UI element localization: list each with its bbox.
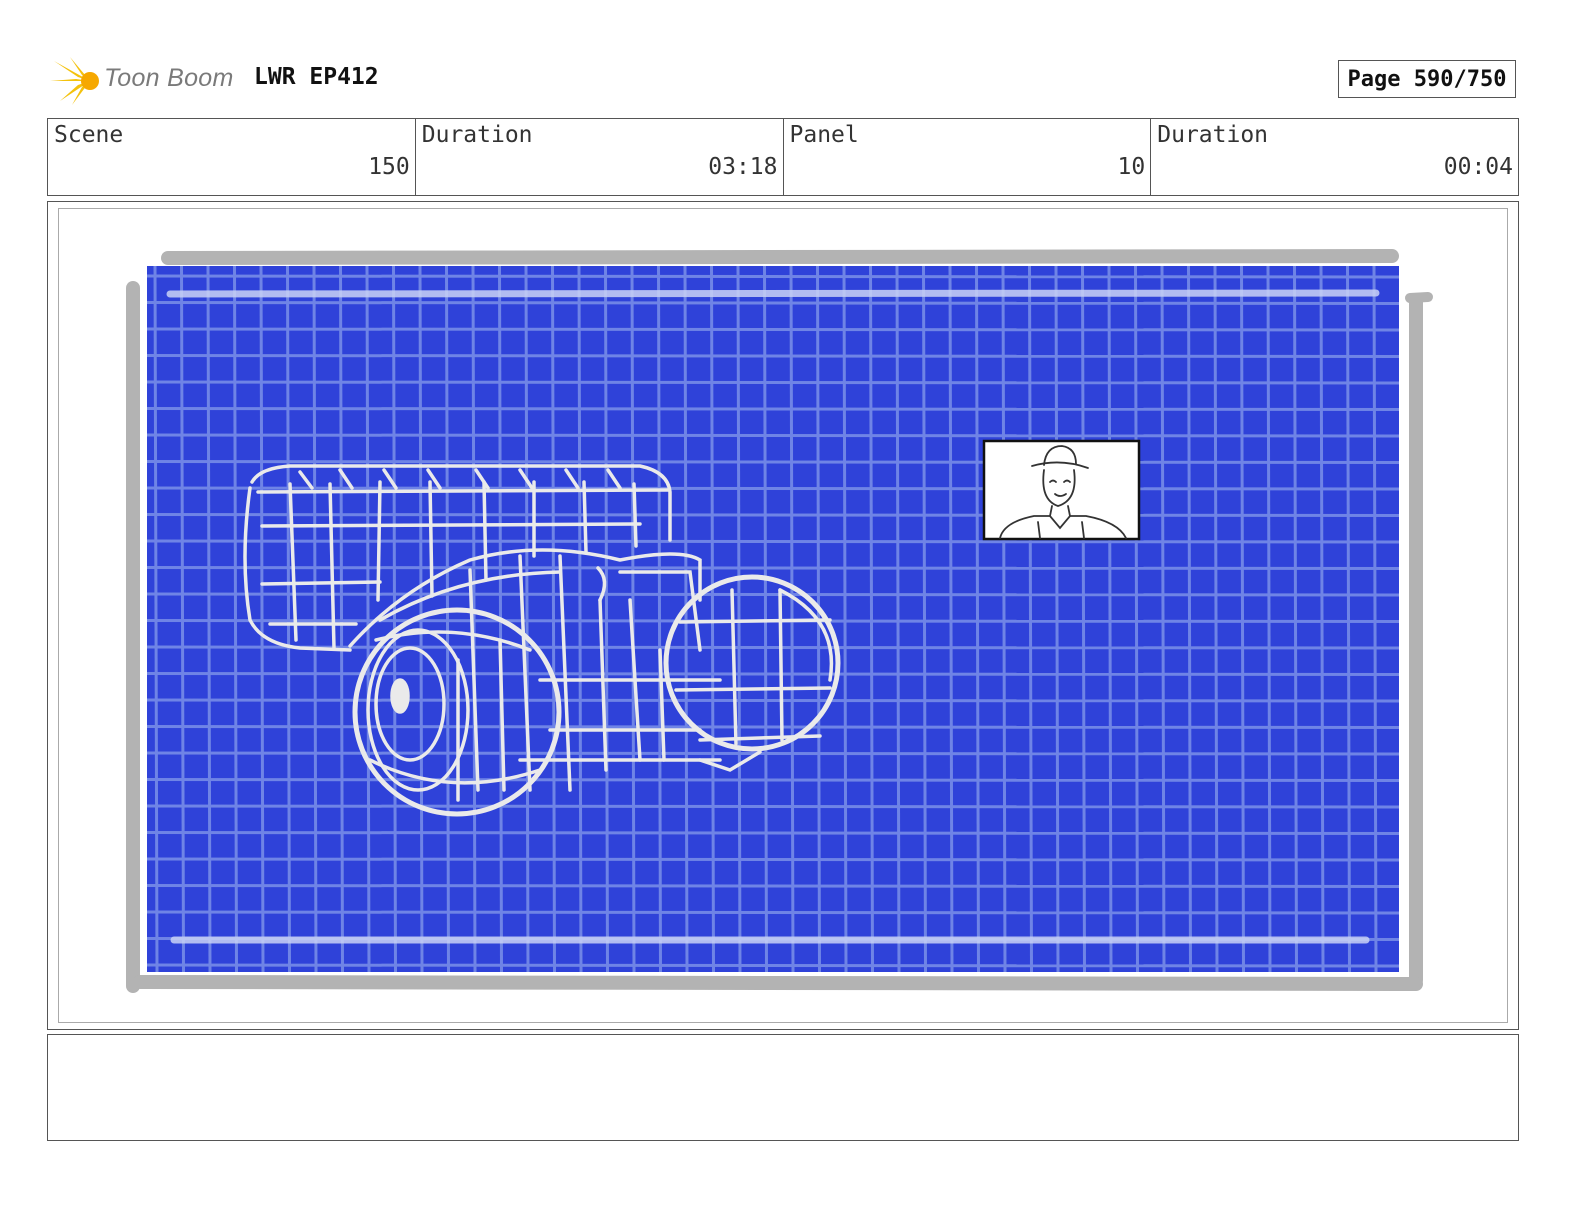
scene-duration-cell: Duration 03:18 <box>416 119 784 195</box>
panel-duration-cell: Duration 00:04 <box>1151 119 1518 195</box>
scene-duration-value: 03:18 <box>708 154 778 180</box>
panel-cell: Panel 10 <box>784 119 1152 195</box>
panel-label: Panel <box>789 122 859 148</box>
scene-value: 150 <box>368 154 410 180</box>
caption-box <box>47 1034 1519 1141</box>
page-indicator: Page 590/750 <box>1338 60 1516 98</box>
scene-cell: Scene 150 <box>48 119 416 195</box>
panel-duration-value: 00:04 <box>1443 154 1513 180</box>
scene-label: Scene <box>54 122 124 148</box>
scene-info-row: Scene 150 Duration 03:18 Panel 10 Durati… <box>47 118 1519 196</box>
scene-duration-label: Duration <box>421 122 533 148</box>
panel-duration-label: Duration <box>1157 122 1269 148</box>
document-title: LWR EP412 <box>254 64 379 90</box>
logo-text: Toon Boom <box>104 64 234 92</box>
panel-image-area <box>58 208 1508 1023</box>
panel-value: 10 <box>1117 154 1146 180</box>
